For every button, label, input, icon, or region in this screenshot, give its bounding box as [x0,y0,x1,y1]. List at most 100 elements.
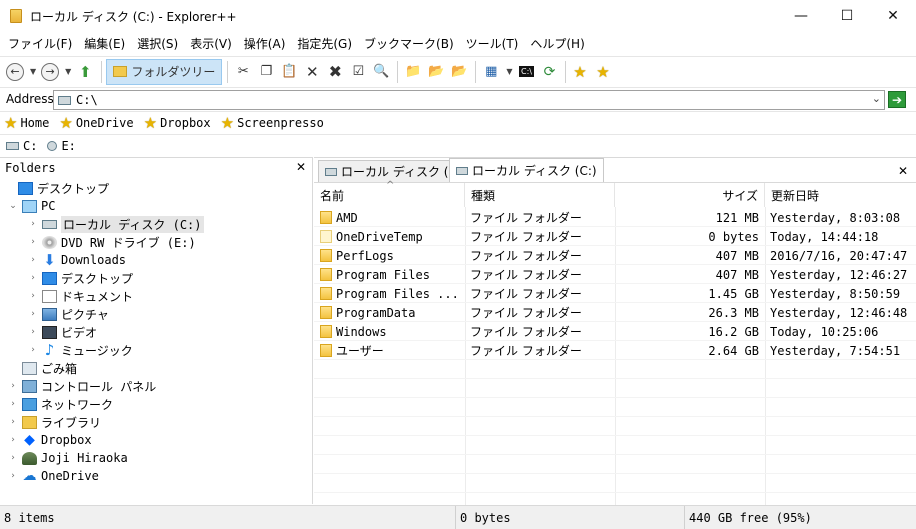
bookmarks-bar: ★ Home ★ OneDrive ★ Dropbox ★ Screenpresso [0,111,916,133]
chevron-right-icon[interactable]: › [28,273,38,283]
tree-item[interactable]: › ♪ ミュージック [28,341,133,359]
table-row[interactable]: Program Files ... ファイル フォルダー 1.45 GB Yester… [314,284,916,303]
up-folder-button[interactable]: ⬆ [74,60,96,84]
chevron-right-icon[interactable]: › [8,381,18,391]
chevron-right-icon[interactable]: › [8,435,18,445]
tree-item[interactable]: › コントロール パネル [8,377,156,395]
close-button[interactable]: ✕ [870,0,916,32]
drive-c-button[interactable]: C: [6,139,37,153]
chevron-right-icon[interactable]: › [8,471,18,481]
table-row[interactable]: PerfLogs ファイル フォルダー 407 MB 2016/7/16, 20:47… [314,246,916,265]
properties-button[interactable]: ☑ [347,60,369,84]
menu-file[interactable]: ファイル(F) [2,35,78,52]
move-to-folder-icon: 📂 [451,64,468,79]
chevron-right-icon[interactable]: › [8,453,18,463]
chevron-right-icon[interactable]: › [28,309,38,319]
column-header-name[interactable]: 名前 ^ [314,180,465,207]
chevron-right-icon[interactable]: › [28,237,38,247]
menu-edit[interactable]: 編集(E) [78,35,131,52]
go-button[interactable]: ➔ [888,91,906,108]
table-row[interactable]: OneDriveTemp ファイル フォルダー 0 bytes Today, 14:4… [314,227,916,246]
chevron-right-icon[interactable]: › [28,219,38,229]
folder-tree-toggle-button[interactable]: フォルダツリー [106,58,223,85]
tab-local-disk-2[interactable]: ローカル ディスク (C:) [449,158,604,182]
tree-item[interactable]: › ライブラリ [8,413,101,431]
tree-item[interactable]: › ネットワーク [8,395,113,413]
delete-button[interactable]: ✕ [301,60,323,84]
column-header-modified[interactable]: 更新日時 [765,183,916,207]
drive-e-button[interactable]: E: [47,139,76,153]
tree-item[interactable]: › ☁ OneDrive [8,467,99,485]
file-name-cell: Program Files ... [320,284,464,303]
back-history-dropdown-icon[interactable]: ▼ [30,67,36,76]
address-input[interactable]: C:\ ⌄ [53,90,885,110]
tree-item[interactable]: › ビデオ [28,323,97,341]
column-header-size[interactable]: サイズ [615,183,765,207]
views-dropdown-icon[interactable]: ▼ [506,67,512,76]
close-tab-icon[interactable]: ✕ [898,164,908,178]
paste-button[interactable]: 📋 [278,60,300,84]
chevron-right-icon[interactable]: › [8,417,18,427]
chevron-right-icon[interactable]: › [28,345,38,355]
bookmark-dropbox[interactable]: ★ Dropbox [144,114,211,132]
refresh-button[interactable]: ⟳ [538,60,560,84]
add-bookmark-button[interactable]: ★ [570,60,592,84]
table-row[interactable]: ユーザー ファイル フォルダー 2.64 GB Yesterday, 7:54:51 [314,341,916,360]
chevron-down-icon[interactable]: ⌄ [8,201,18,211]
menu-bookmarks[interactable]: ブックマーク(B) [358,35,460,52]
recycle-bin-icon [22,361,37,375]
drive-label: C: [23,138,38,153]
menu-go[interactable]: 指定先(G) [291,35,358,52]
table-row[interactable]: AMD ファイル フォルダー 121 MB Yesterday, 8:03:08 [314,208,916,227]
chevron-right-icon[interactable]: › [28,255,38,265]
views-button[interactable]: ▦ [480,60,502,84]
forward-button[interactable]: → [39,60,61,84]
tree-item[interactable]: › ドキュメント [28,287,133,305]
tree-item[interactable]: デスクトップ [4,179,109,197]
move-to-button[interactable]: 📂 [448,60,470,84]
forward-history-dropdown-icon[interactable]: ▼ [65,67,71,76]
menu-tools[interactable]: ツール(T) [460,35,525,52]
title-bar: ローカル ディスク (C:) - Explorer++ — ☐ ✕ [0,0,916,32]
minimize-button[interactable]: — [778,0,824,32]
tree-item[interactable]: › DVD RW ドライブ (E:) [28,233,196,251]
maximize-button[interactable]: ☐ [824,0,870,32]
organize-bookmarks-button[interactable]: ★ [593,60,615,84]
menu-actions[interactable]: 操作(A) [238,35,292,52]
tree-item[interactable]: › ローカル ディスク (C:) [28,215,204,233]
table-row[interactable]: Windows ファイル フォルダー 16.2 GB Today, 10:25:06 [314,322,916,341]
new-folder-button[interactable]: 📁 [402,60,424,84]
delete-permanently-button[interactable]: ✖ [324,60,346,84]
cut-button[interactable]: ✂ [232,60,254,84]
command-prompt-button[interactable]: C:\ [515,60,537,84]
tree-item[interactable]: › ◆ Dropbox [8,431,91,449]
tree-item[interactable]: ⌄ PC [8,197,55,215]
bookmark-screenpresso[interactable]: ★ Screenpresso [221,114,324,132]
menu-view[interactable]: 表示(V) [184,35,238,52]
bookmark-home[interactable]: ★ Home [4,114,49,132]
column-header-type[interactable]: 種類 [465,183,615,207]
chevron-down-icon[interactable]: ⌄ [872,92,881,105]
copy-button[interactable]: ❐ [255,60,277,84]
back-button[interactable]: ← [4,60,26,84]
menu-help[interactable]: ヘルプ(H) [524,35,590,52]
bookmark-onedrive[interactable]: ★ OneDrive [59,114,133,132]
copy-icon: ❐ [260,64,273,79]
tree-item[interactable]: › ピクチャ [28,305,109,323]
menu-select[interactable]: 選択(S) [131,35,184,52]
copy-to-button[interactable]: 📂 [425,60,447,84]
file-name-cell: Program Files [320,265,464,284]
tree-item[interactable]: › Joji Hiraoka [8,449,128,467]
chevron-right-icon[interactable]: › [8,399,18,409]
tree-item[interactable]: › デスクトップ [28,269,133,287]
table-row[interactable]: Program Files ファイル フォルダー 407 MB Yesterday, … [314,265,916,284]
tree-item[interactable]: ごみ箱 [8,359,77,377]
chevron-right-icon[interactable]: › [28,327,38,337]
chevron-right-icon[interactable]: › [28,291,38,301]
status-bar: 8 items 0 bytes 440 GB free (95%) [0,505,916,529]
tree-item[interactable]: › ⬇ Downloads [28,251,126,269]
table-row[interactable]: ProgramData ファイル フォルダー 26.3 MB Yesterday, 1… [314,303,916,322]
close-icon[interactable]: ✕ [296,160,306,174]
search-button[interactable]: 🔍 [370,60,392,84]
folder-icon [320,306,332,319]
